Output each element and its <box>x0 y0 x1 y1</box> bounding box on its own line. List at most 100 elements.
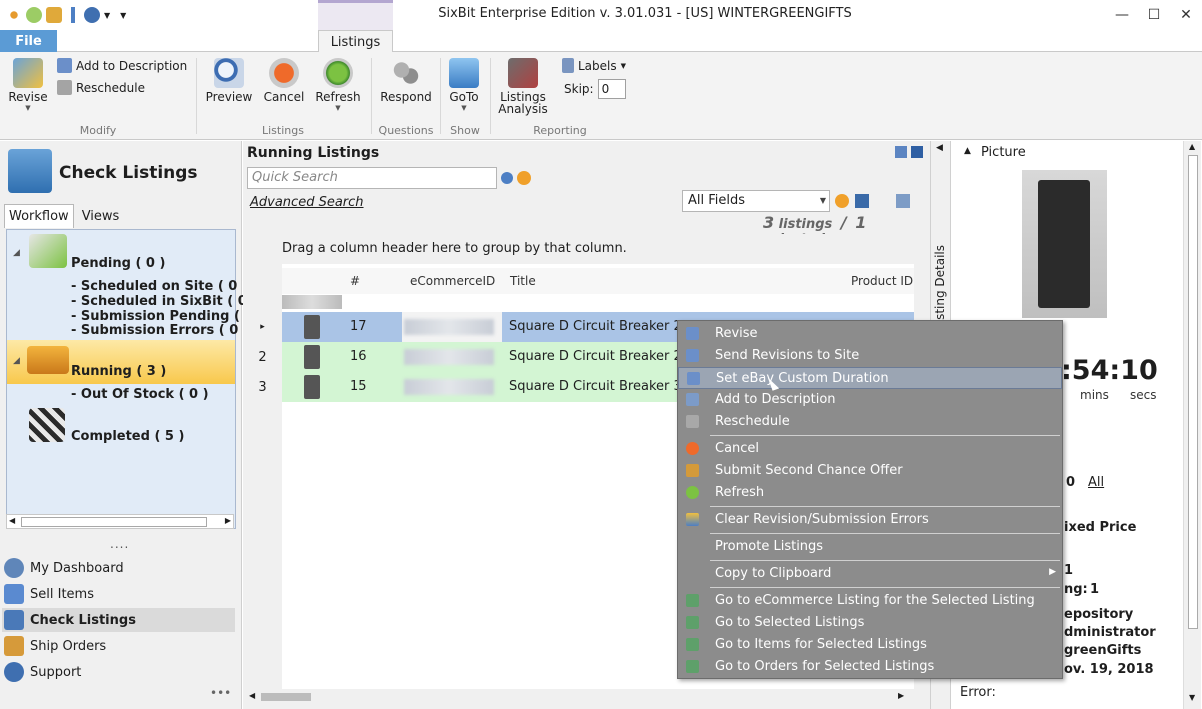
grid-horizontal-scrollbar[interactable]: ◀ ▶ <box>243 689 914 705</box>
preview-label: Preview <box>205 90 253 104</box>
nav-my-dashboard[interactable]: My Dashboard <box>2 556 235 580</box>
scroll-up-icon[interactable]: ▲ <box>1189 142 1195 151</box>
scrollbar-thumb[interactable] <box>1188 155 1198 629</box>
tab-file[interactable]: File <box>0 30 57 52</box>
menu-item-label: Cancel <box>715 441 760 456</box>
maximize-button[interactable]: ☐ <box>1138 0 1170 30</box>
collapse-left-icon[interactable]: ◀ <box>936 143 943 153</box>
menu-item-goto-ecommerce-listing[interactable]: Go to eCommerce Listing for the Selected… <box>678 590 1062 612</box>
filter-reset-icon[interactable] <box>835 194 849 208</box>
menu-item-goto-selected-listings[interactable]: Go to Selected Listings <box>678 612 1062 634</box>
field-filter-select[interactable]: All Fields ▼ <box>682 190 830 212</box>
preview-button[interactable]: Preview <box>203 58 255 104</box>
scrollbar-thumb[interactable] <box>21 517 207 527</box>
menu-item-label: Set eBay Custom Duration <box>716 371 889 386</box>
collapse-icon[interactable]: ◢ <box>13 248 20 258</box>
group-by-area[interactable]: Drag a column header here to group by th… <box>243 234 914 264</box>
submenu-arrow-icon: ▶ <box>1049 567 1056 577</box>
menu-item-send-revisions[interactable]: Send Revisions to Site <box>678 345 1062 367</box>
chart-icon <box>508 58 538 88</box>
refresh-button[interactable]: Refresh ▼ <box>313 58 363 112</box>
scroll-right-icon[interactable]: ▶ <box>225 516 231 525</box>
nav-label: Check Listings <box>30 612 136 628</box>
scroll-left-icon[interactable]: ◀ <box>249 691 255 700</box>
column-header-ecommerce-id[interactable]: eCommerceID <box>410 274 495 288</box>
add-to-description-button[interactable]: Add to Description <box>57 58 187 73</box>
menu-item-refresh[interactable]: Refresh <box>678 482 1062 504</box>
tree-item-out-of-stock[interactable]: - Out Of Stock ( 0 ) <box>71 387 209 402</box>
menu-item-reschedule[interactable]: Reschedule <box>678 411 1062 433</box>
reschedule-button[interactable]: Reschedule <box>57 80 145 95</box>
scroll-down-icon[interactable]: ▼ <box>1189 693 1195 702</box>
add-to-description-label: Add to Description <box>76 58 188 73</box>
tree-horizontal-scrollbar[interactable]: ◀ ▶ <box>6 514 234 529</box>
menu-item-cancel[interactable]: Cancel <box>678 438 1062 460</box>
menu-item-second-chance-offer[interactable]: Submit Second Chance Offer <box>678 460 1062 482</box>
listing-details-label: Listing Details <box>933 245 947 330</box>
menu-item-promote-listings[interactable]: Promote Listings <box>678 536 1062 558</box>
menu-item-label: Refresh <box>715 485 765 500</box>
remaining-value: 1 <box>1090 582 1100 597</box>
search-icon[interactable] <box>501 172 513 184</box>
goto-button[interactable]: GoTo ▼ <box>446 58 482 112</box>
tree-item-scheduled-site[interactable]: - Scheduled on Site ( 0 ) <box>71 279 248 294</box>
export-icon[interactable] <box>911 146 923 158</box>
tree-item-submission-pending[interactable]: - Submission Pending ( 0 <box>71 309 253 324</box>
column-header-num[interactable]: # <box>350 274 360 288</box>
column-header-title[interactable]: Title <box>510 274 536 288</box>
repository-value: epository <box>1064 607 1134 622</box>
respond-button[interactable]: Respond <box>378 58 434 104</box>
scroll-right-icon[interactable]: ▶ <box>898 691 904 700</box>
nav-sell-items[interactable]: Sell Items <box>2 582 235 606</box>
tree-node-pending[interactable]: Pending ( 0 ) <box>71 256 165 271</box>
refresh-icon <box>686 486 699 499</box>
nav-support[interactable]: Support <box>2 660 235 684</box>
labels-button[interactable]: Labels ▼ <box>562 58 626 73</box>
quick-search-input[interactable]: Quick Search <box>247 167 497 189</box>
column-header-product-id[interactable]: Product ID <box>851 274 913 288</box>
menu-item-goto-items[interactable]: Go to Items for Selected Listings <box>678 634 1062 656</box>
revise-button[interactable]: Revise ▼ <box>6 58 50 112</box>
menu-item-revise[interactable]: Revise <box>678 323 1062 345</box>
skip-input[interactable]: 0 <box>597 79 626 99</box>
scrollbar-thumb[interactable] <box>261 693 311 701</box>
advanced-search-link[interactable]: Advanced Search <box>250 195 364 210</box>
menu-item-clear-errors[interactable]: Clear Revision/Submission Errors <box>678 509 1062 531</box>
cancel-button[interactable]: Cancel <box>262 58 306 104</box>
more-nav-icon[interactable]: ••• <box>210 686 231 700</box>
menu-item-goto-orders[interactable]: Go to Orders for Selected Listings <box>678 656 1062 678</box>
menu-item-label: Add to Description <box>715 392 836 407</box>
reschedule-icon <box>57 80 72 95</box>
tree-item-submission-errors[interactable]: - Submission Errors ( 0 ) <box>71 323 249 338</box>
add-description-icon <box>57 58 72 73</box>
minimize-button[interactable]: — <box>1106 0 1138 30</box>
save-filter-icon[interactable] <box>855 194 869 208</box>
scroll-left-icon[interactable]: ◀ <box>9 516 15 525</box>
listings-analysis-button[interactable]: Listings Analysis <box>497 58 549 116</box>
menu-item-set-ebay-custom-duration[interactable]: Set eBay Custom Duration <box>678 367 1062 389</box>
filter-row[interactable] <box>282 295 342 309</box>
collapse-up-icon[interactable]: ▲ <box>964 146 971 156</box>
menu-item-copy-to-clipboard[interactable]: Copy to Clipboard ▶ <box>678 563 1062 585</box>
tab-views[interactable]: Views <box>74 204 124 228</box>
nav-ship-orders[interactable]: Ship Orders <box>2 634 235 658</box>
nav-check-listings[interactable]: Check Listings <box>2 608 235 632</box>
tree-item-scheduled-sixbit[interactable]: - Scheduled in SixBit ( 0 <box>71 294 247 309</box>
tree-node-running[interactable]: Running ( 3 ) <box>71 364 166 379</box>
clear-search-icon[interactable] <box>517 171 531 185</box>
column-chooser-icon[interactable] <box>896 194 910 208</box>
refresh-label: Refresh <box>315 90 361 104</box>
layout-icon[interactable] <box>895 146 907 158</box>
close-button[interactable]: ✕ <box>1170 0 1202 30</box>
refresh-icon <box>323 58 353 88</box>
all-link[interactable]: All <box>1088 475 1104 490</box>
menu-item-add-to-description[interactable]: Add to Description <box>678 389 1062 411</box>
collapse-icon[interactable]: ◢ <box>13 356 20 366</box>
tab-workflow[interactable]: Workflow <box>4 204 74 228</box>
time-left: :54:10 <box>1061 355 1158 386</box>
tree-node-completed[interactable]: Completed ( 5 ) <box>71 429 184 444</box>
splitter-grip[interactable]: .... <box>110 537 129 551</box>
remaining-label: ng: <box>1064 582 1088 597</box>
details-vertical-scrollbar[interactable]: ▲ ▼ <box>1183 141 1201 709</box>
tab-listings[interactable]: Listings <box>318 30 393 53</box>
